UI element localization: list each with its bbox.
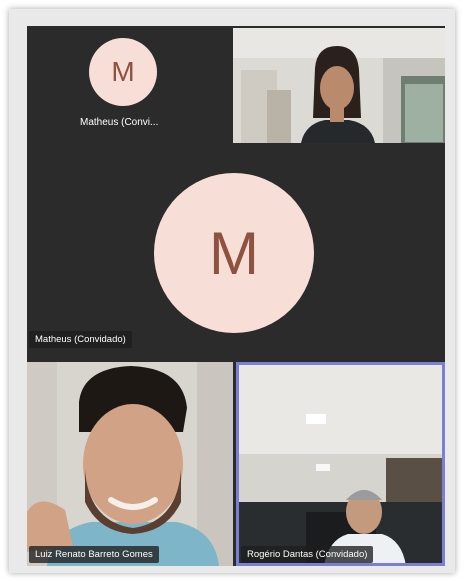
participant-tile-bottom-right[interactable]: Rogério Dantas (Convidado) — [236, 362, 445, 566]
participant-video — [27, 362, 233, 566]
participant-name: Matheus (Convi... — [80, 117, 159, 128]
participant-name: Luiz Renato Barreto Gomes — [29, 546, 159, 563]
participant-name: Rogério Dantas (Convidado) — [241, 546, 374, 563]
participant-tile-center[interactable]: M Matheus (Convidado) — [27, 146, 445, 356]
meeting-stage: M Matheus (Convi... M Matheus (Convidado… — [27, 26, 445, 566]
participant-video — [236, 362, 445, 566]
participant-tile-bottom-left[interactable]: Luiz Renato Barreto Gomes — [27, 362, 233, 566]
participant-avatar: M — [89, 38, 157, 106]
participant-tile-top-right[interactable] — [233, 28, 445, 143]
participant-video — [233, 28, 445, 143]
participant-name: Matheus (Convidado) — [29, 331, 132, 348]
avatar-initial: M — [111, 56, 135, 87]
participant-tile-top-left[interactable]: M Matheus (Convi... — [27, 26, 231, 143]
avatar-initial: M — [209, 219, 259, 287]
participant-avatar: M — [154, 173, 314, 333]
